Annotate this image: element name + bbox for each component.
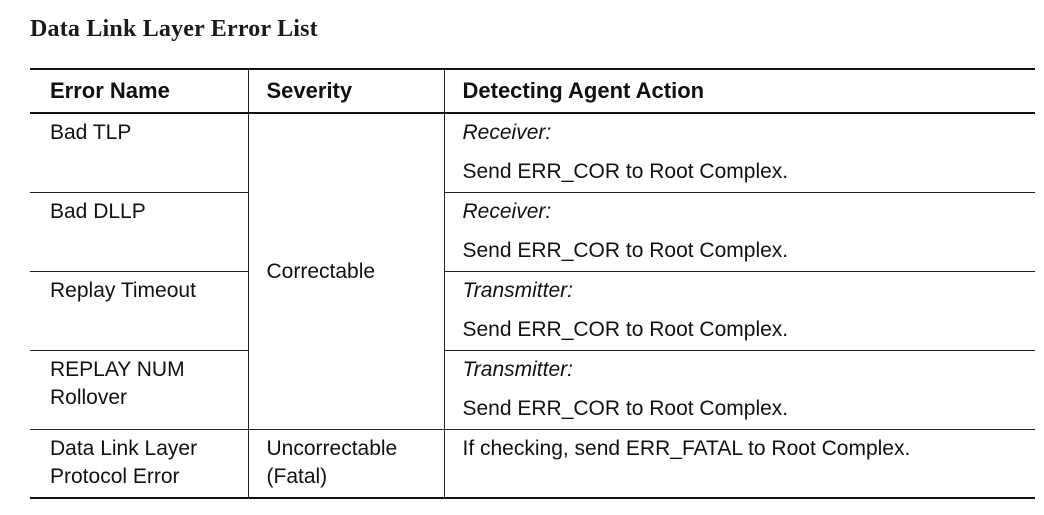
table-row: Bad DLLP Receiver:: [30, 192, 1035, 272]
header-action: Detecting Agent Action: [443, 69, 1035, 114]
severity-line: Uncorrectable: [266, 437, 398, 460]
error-name-cell: Replay Timeout: [30, 271, 248, 351]
error-name-line: Replay Timeout: [50, 279, 196, 302]
error-name-cell: Bad DLLP: [30, 192, 248, 272]
error-name-cell: Bad TLP: [30, 113, 248, 193]
error-name-line: Bad DLLP: [50, 200, 146, 223]
severity-fatal-cell: Uncorrectable (Fatal): [247, 429, 444, 498]
table-row: Bad TLP Correctable Receiver:: [30, 113, 1035, 430]
action-text: Send ERR_COR to Root Complex.: [443, 311, 1035, 351]
header-severity: Severity: [247, 69, 444, 114]
error-name-cell: Data Link Layer Protocol Error: [30, 430, 248, 498]
error-table: Error Name Severity Detecting Agent Acti…: [30, 68, 1035, 499]
agent-label: Transmitter:: [443, 271, 1035, 311]
error-name-line: Rollover: [50, 386, 128, 409]
error-name-line: REPLAY NUM: [50, 358, 185, 381]
error-name-line: Bad TLP: [50, 121, 132, 144]
header-error-name: Error Name: [30, 69, 248, 114]
error-name-line: Data Link Layer: [50, 437, 198, 460]
error-name-line: Protocol Error: [50, 465, 180, 488]
agent-label: Transmitter:: [443, 350, 1035, 390]
action-text: Send ERR_COR to Root Complex.: [443, 232, 1035, 272]
table-row: Replay Timeout Transmitter:: [30, 271, 1035, 351]
agent-label: Receiver:: [443, 192, 1035, 232]
agent-label: Receiver:: [443, 113, 1035, 153]
table-header-row: Error Name Severity Detecting Agent Acti…: [30, 69, 1035, 114]
table-row: REPLAY NUM Rollover Transmitter:: [30, 350, 1035, 430]
error-name-cell: REPLAY NUM Rollover: [30, 350, 248, 430]
action-text: Send ERR_COR to Root Complex.: [443, 153, 1035, 193]
severity-correctable-cell: Correctable: [247, 113, 444, 430]
action-text: If checking, send ERR_FATAL to Root Comp…: [443, 429, 1035, 498]
action-text: Send ERR_COR to Root Complex.: [443, 390, 1035, 430]
table-row: Data Link Layer Protocol Error Uncorrect…: [30, 429, 1035, 498]
severity-line: (Fatal): [266, 465, 328, 488]
page-title: Data Link Layer Error List: [30, 16, 318, 42]
